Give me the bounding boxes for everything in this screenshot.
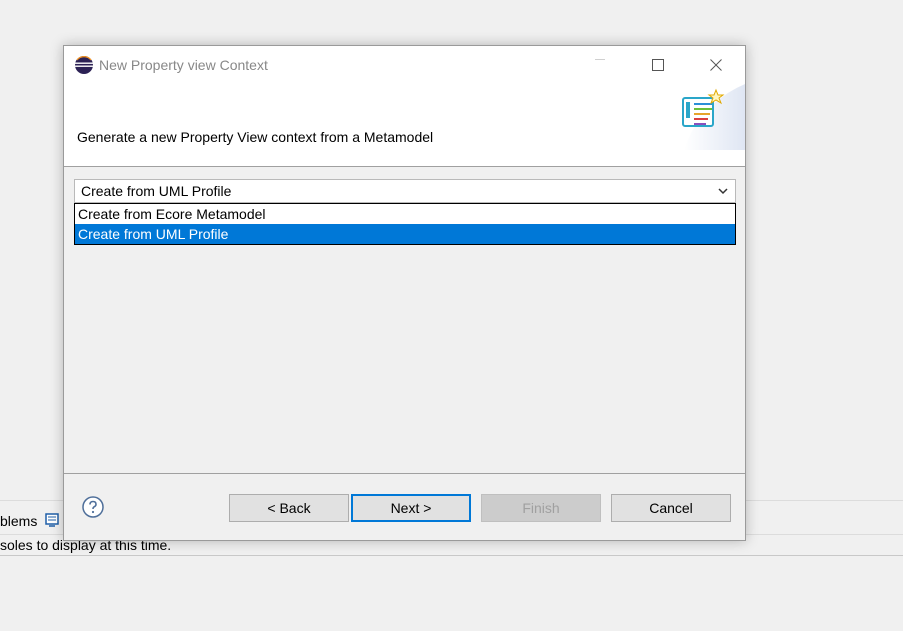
problems-tab-label[interactable]: blems	[0, 513, 37, 529]
dialog-titlebar[interactable]: New Property view Context	[64, 46, 745, 84]
finish-button[interactable]: Finish	[481, 494, 601, 522]
close-button[interactable]	[693, 46, 739, 84]
minimize-icon	[595, 59, 605, 60]
property-view-wizard-icon	[682, 84, 745, 150]
footer-separator	[64, 473, 745, 474]
minimize-button[interactable]	[577, 46, 623, 84]
cancel-button[interactable]: Cancel	[611, 494, 731, 522]
option-create-from-ecore-metamodel[interactable]: Create from Ecore Metamodel	[75, 204, 735, 224]
creation-mode-combo[interactable]: Create from UML Profile	[74, 179, 736, 203]
eclipse-icon	[75, 56, 93, 74]
option-create-from-uml-profile[interactable]: Create from UML Profile	[75, 224, 735, 244]
next-button[interactable]: Next >	[351, 494, 471, 522]
maximize-button[interactable]	[635, 46, 681, 84]
back-button[interactable]: < Back	[229, 494, 349, 522]
chevron-down-icon[interactable]	[715, 183, 731, 199]
combo-dropdown-list: Create from Ecore Metamodel Create from …	[74, 203, 736, 245]
combo-selected-value: Create from UML Profile	[81, 183, 232, 199]
wizard-description: Generate a new Property View context fro…	[77, 129, 434, 145]
new-property-view-context-dialog: New Property view Context Generate a new…	[63, 45, 746, 541]
wizard-banner: Generate a new Property View context fro…	[64, 84, 745, 167]
dialog-title: New Property view Context	[99, 57, 268, 73]
maximize-icon	[652, 59, 664, 71]
close-icon	[710, 59, 722, 71]
console-icon[interactable]	[44, 512, 60, 528]
console-divider	[0, 555, 903, 556]
help-icon[interactable]	[82, 496, 104, 518]
